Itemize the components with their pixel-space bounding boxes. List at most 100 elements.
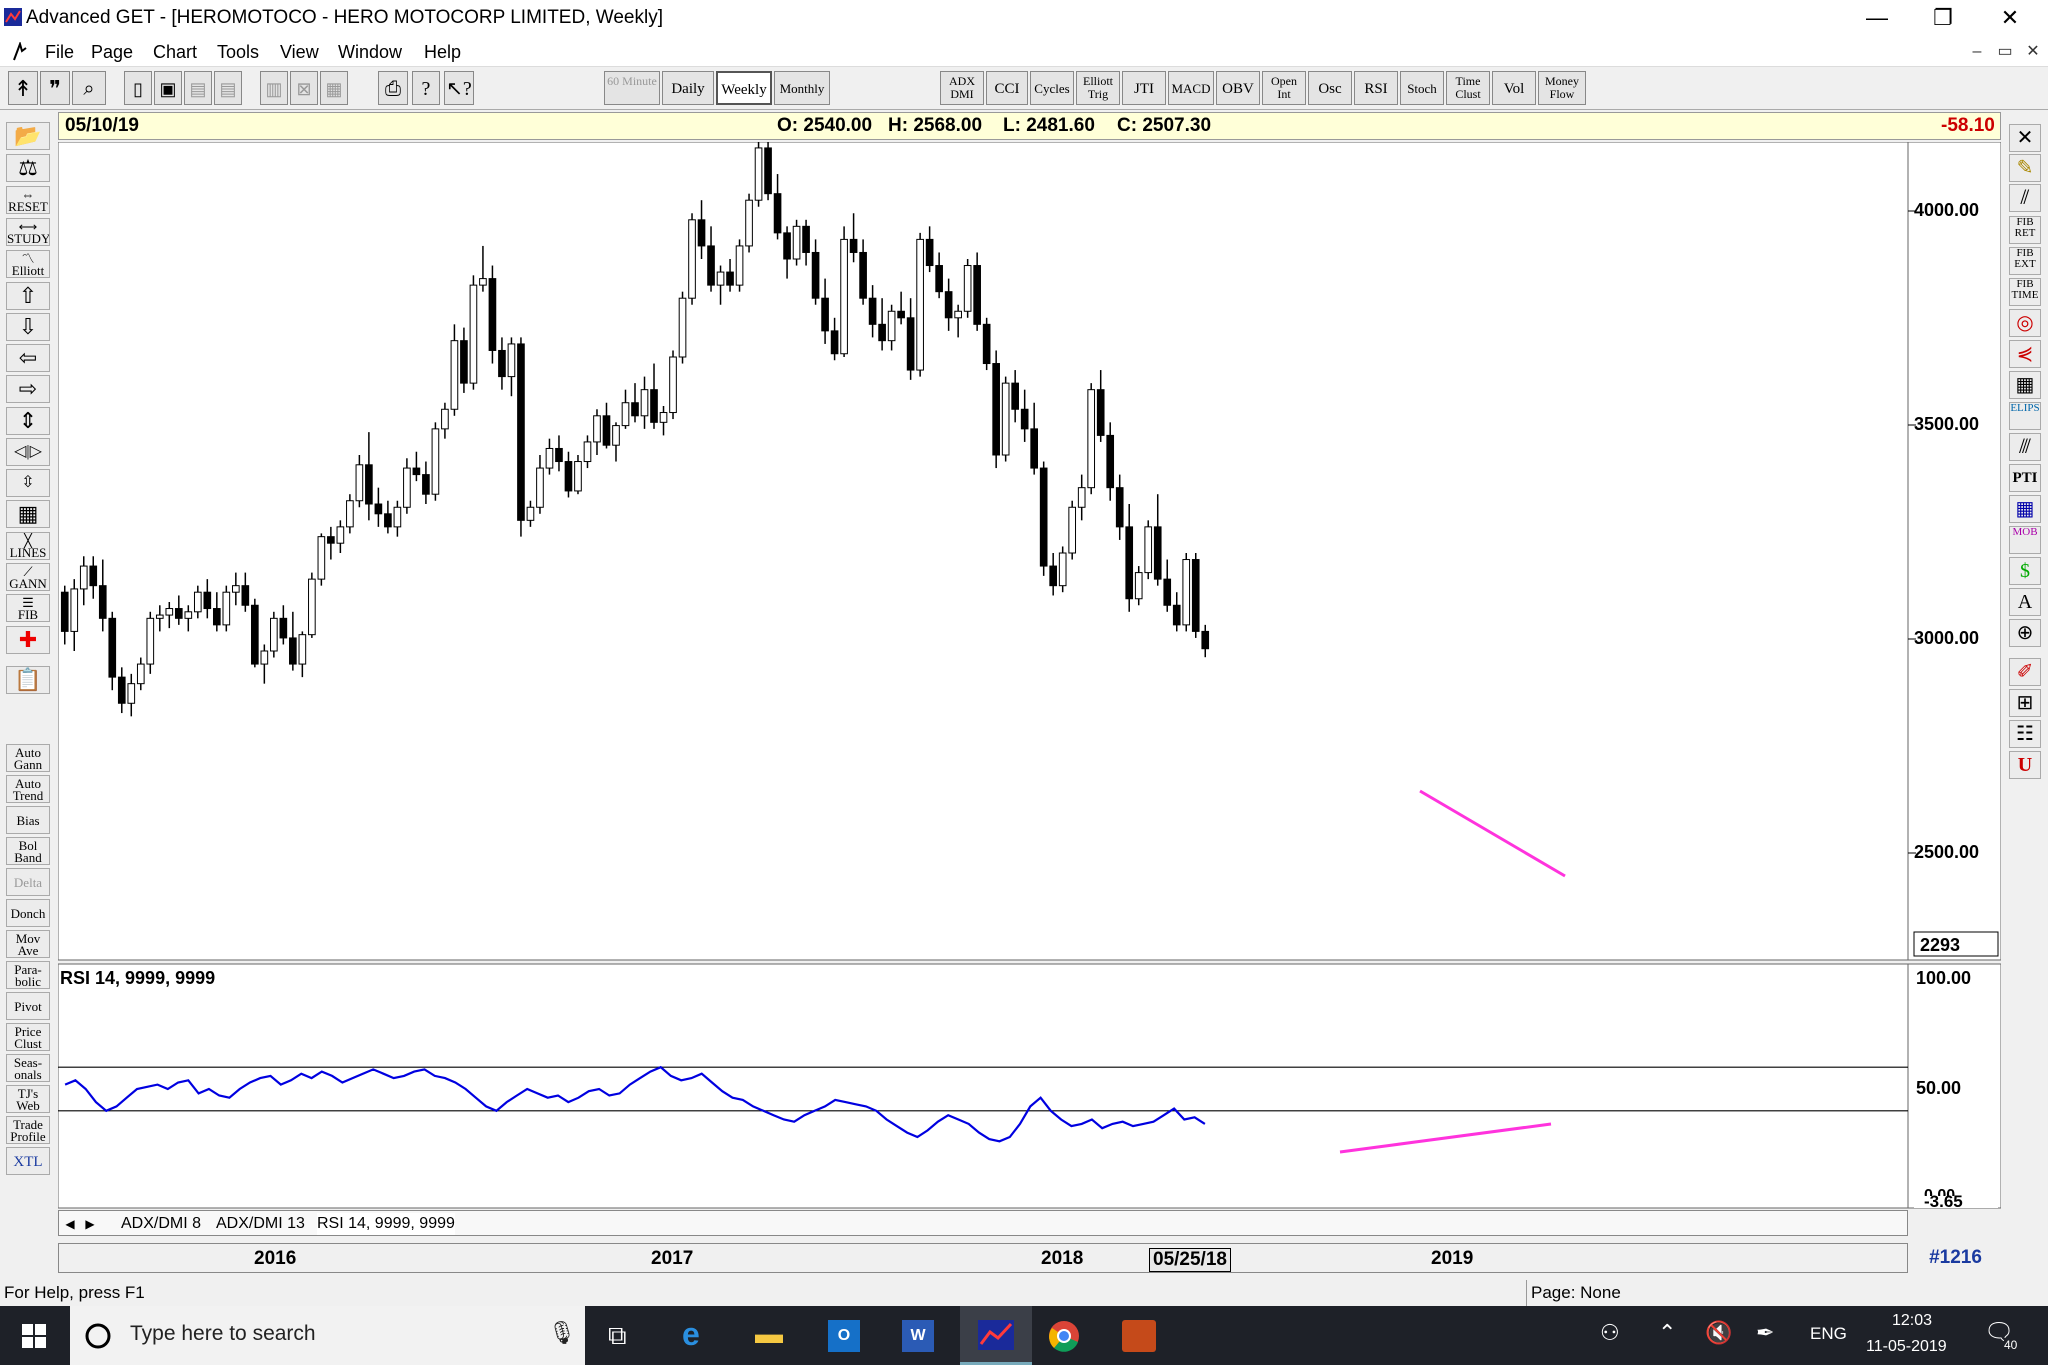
study-elliott-trig[interactable]: Elliott Trig [1076,71,1120,105]
edge-icon[interactable]: e [682,1316,700,1353]
tool-pivot[interactable]: Pivot [6,992,50,1020]
search-box[interactable]: Type here to search 🎙 [70,1306,585,1365]
maximize-button[interactable]: ❐ [1918,0,1968,38]
magnet-icon[interactable]: U [2009,751,2041,779]
properties-icon[interactable]: ▥ [260,71,288,105]
chevron-up-icon[interactable]: ⌃ [1658,1320,1676,1346]
microphone-icon[interactable]: 🎙 [548,1320,576,1346]
mdi-minimize-button[interactable]: – [1964,40,1990,64]
tool-delta[interactable]: Delta [6,868,50,896]
quote-icon[interactable]: ❞ [40,71,70,105]
outlook-icon[interactable]: O [828,1320,860,1352]
tool-xtl[interactable]: XTL [6,1147,50,1175]
menu-file[interactable]: File [45,38,74,66]
parallel-icon[interactable]: ⫻ [2009,433,2041,461]
tool-bol-band[interactable]: Bol Band [6,837,50,865]
paste-icon[interactable]: ▤ [214,71,242,105]
study-open-int[interactable]: Open Int [1262,71,1306,105]
close-button[interactable]: ✕ [1985,0,2035,38]
app-icon[interactable] [1122,1320,1156,1352]
fib-ret-button[interactable]: FIB RET [2009,216,2041,244]
study-adx-dmi[interactable]: ADX DMI [940,71,984,105]
copy-icon[interactable]: ▤ [184,71,212,105]
delete-icon[interactable]: ⊠ [290,71,318,105]
new-page-icon[interactable]: ▯ [124,71,152,105]
fib-circle-icon[interactable]: ◎ [2009,309,2041,337]
chrome-icon[interactable] [1048,1320,1080,1352]
advanced-get-task[interactable] [960,1306,1032,1365]
zoom-icon[interactable]: ⊕ [2009,619,2041,647]
menu-tools[interactable]: Tools [217,38,259,66]
timeframe-monthly[interactable]: Monthly [774,71,830,105]
pencil-icon[interactable]: ✎ [2009,154,2041,182]
arrow-up-icon[interactable]: ⇧ [6,282,50,310]
list-icon[interactable]: ☷ [2009,720,2041,748]
tab-scroll-right[interactable]: ▶ [81,1213,99,1235]
tab-scroll-left[interactable]: ◀ [61,1213,79,1235]
elips-button[interactable]: ELIPS [2009,402,2041,430]
minimize-button[interactable]: — [1852,0,1902,38]
horizontal-zoom-icon[interactable]: ◁|▷ [6,438,50,466]
help-icon[interactable]: ? [412,71,440,105]
grid-icon[interactable]: ▦ [320,71,348,105]
clock-date[interactable]: 11-05-2019 [1866,1338,1947,1356]
save-icon[interactable]: ▣ [154,71,182,105]
cursor-icon[interactable]: ↟ [8,71,38,105]
study-jti[interactable]: JTI [1122,71,1166,105]
timeframe-daily[interactable]: Daily [662,71,714,105]
tab-adx-dmi-8[interactable]: ADX/DMI 8 [121,1213,201,1235]
elliott-button[interactable]: 〽 Elliott [6,250,50,278]
volume-muted-icon[interactable]: 🔇 [1705,1320,1732,1346]
gann-button[interactable]: ⟋ GANN [6,563,50,591]
task-view-icon[interactable]: ⧉ [608,1320,627,1352]
close-chart-icon[interactable]: ✕ [2009,124,2041,152]
file-explorer-icon[interactable]: ▬ [755,1318,783,1350]
mdi-close-button[interactable]: ✕ [2020,40,2046,64]
study-time-clust[interactable]: Time Clust [1446,71,1490,105]
pen-icon[interactable]: ✒ [1756,1320,1774,1346]
tool-seasonals[interactable]: Seas-onals [6,1054,50,1082]
arrow-down-icon[interactable]: ⇩ [6,313,50,341]
study-cci[interactable]: CCI [986,71,1028,105]
eraser-icon[interactable]: ✐ [2009,658,2041,686]
fib-time-button[interactable]: FIB TIME [2009,278,2041,306]
study-macd[interactable]: MACD [1168,71,1214,105]
tool-auto-trend[interactable]: Auto Trend [6,775,50,803]
clipboard-icon[interactable]: 📋 [6,666,50,694]
menu-chart[interactable]: Chart [153,38,197,66]
grid-box-icon[interactable]: ▦ [2009,371,2041,399]
chart-area[interactable]: 4000.00 3500.00 3000.00 2500.00 2293 100… [58,142,2001,1210]
compare-icon[interactable]: ⚖ [6,154,50,182]
clock-time[interactable]: 12:03 [1892,1312,1932,1330]
mob-button[interactable]: MOB [2009,526,2041,554]
people-icon[interactable]: ⚇ [1600,1320,1620,1346]
dollar-icon[interactable]: $ [2009,557,2041,585]
tool-donch[interactable]: Donch [6,899,50,927]
fib-button[interactable]: ☰ FIB [6,594,50,622]
study-osc[interactable]: Osc [1308,71,1352,105]
reset-button[interactable]: ⇔ RESET [6,186,50,214]
magnify-icon[interactable]: ⌕ [72,71,106,105]
timeframe-weekly[interactable]: Weekly [716,71,772,105]
print-icon[interactable]: ⎙ [378,71,408,105]
tool-bias[interactable]: Bias [6,806,50,834]
tool-trade-profile[interactable]: Trade Profile [6,1116,50,1144]
compress-icon[interactable]: ⇳ [6,469,50,497]
language-indicator[interactable]: ENG [1810,1324,1847,1344]
fib-ext-button[interactable]: FIB EXT [2009,247,2041,275]
text-icon[interactable]: A [2009,588,2041,616]
timeframe-60-minute[interactable]: 60 Minute [604,71,660,105]
menu-view[interactable]: View [280,38,319,66]
study-stoch[interactable]: Stoch [1400,71,1444,105]
fan-icon[interactable]: ⋞ [2009,340,2041,368]
menu-window[interactable]: Window [338,38,402,66]
study-vol[interactable]: Vol [1492,71,1536,105]
tool-tjs-web[interactable]: TJ's Web [6,1085,50,1113]
menu-page[interactable]: Page [91,38,133,66]
word-icon[interactable]: W [902,1320,934,1352]
pti-button[interactable]: PTI [2009,464,2041,492]
table-icon[interactable]: ▦ [6,500,50,528]
tab-adx-dmi-13[interactable]: ADX/DMI 13 [216,1213,305,1235]
open-folder-icon[interactable]: 📂 [6,122,50,150]
study-cycles[interactable]: Cycles [1030,71,1074,105]
